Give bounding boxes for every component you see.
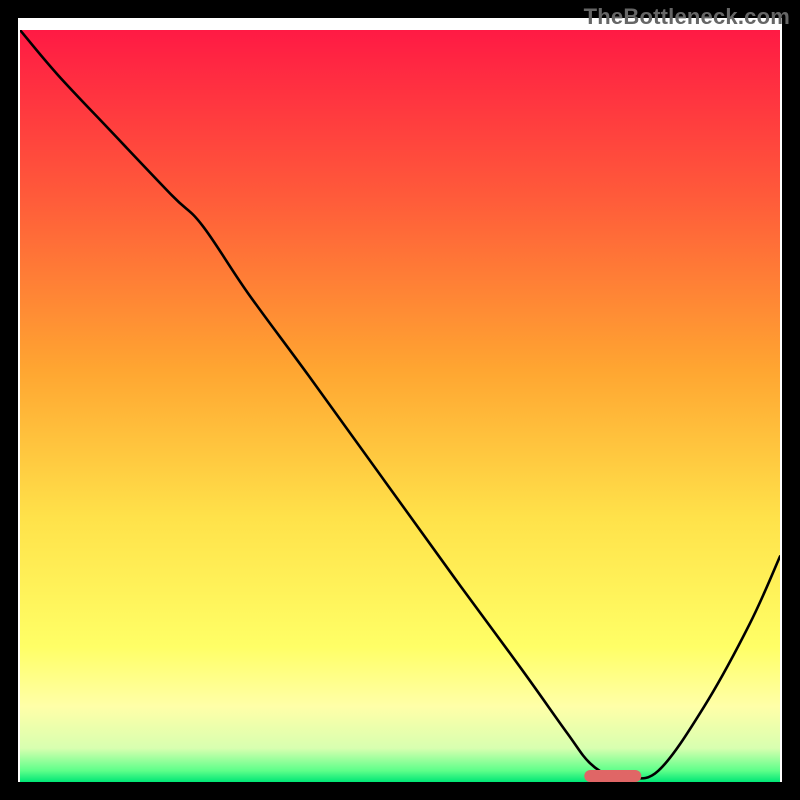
plot-background: [20, 30, 780, 782]
chart-stage: TheBottleneck.com: [0, 0, 800, 800]
bottleneck-chart: [0, 0, 800, 800]
watermark-text: TheBottleneck.com: [584, 4, 790, 30]
optimal-range-marker: [584, 770, 641, 782]
